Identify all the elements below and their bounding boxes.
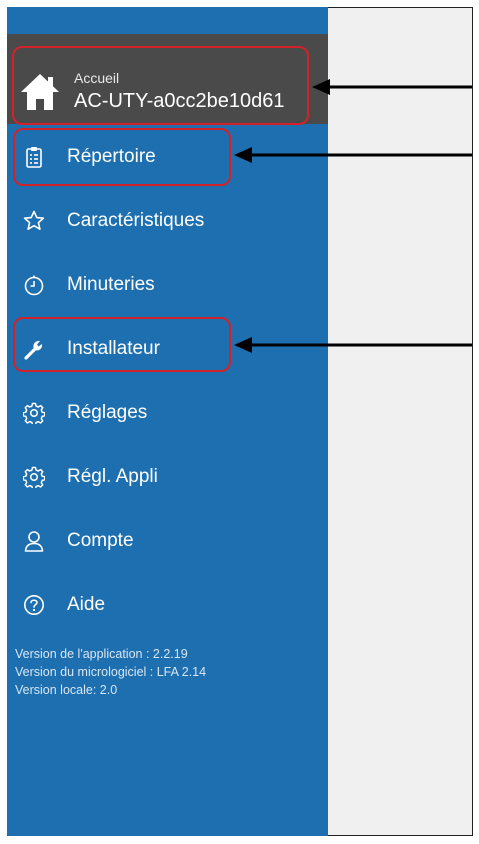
arrow-icon	[234, 147, 472, 163]
annotation-arrows	[234, 79, 472, 353]
arrow-icon	[234, 337, 472, 353]
arrow-icon	[312, 79, 472, 95]
